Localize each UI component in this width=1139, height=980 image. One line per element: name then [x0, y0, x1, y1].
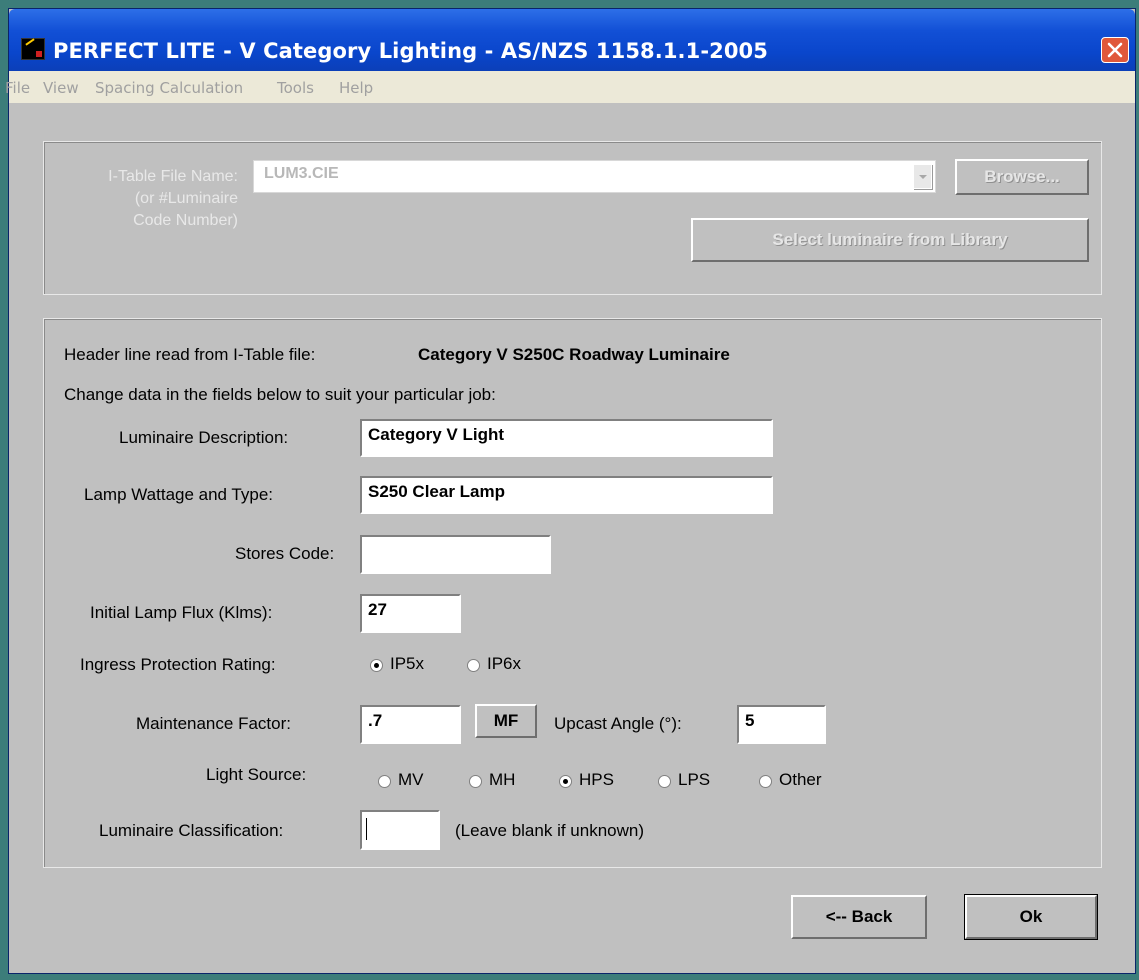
back-button[interactable]: <-- Back	[791, 895, 927, 939]
classification-label: Luminaire Classification:	[99, 821, 284, 840]
lamp-wattage-input[interactable]: S250 Clear Lamp	[360, 476, 773, 514]
browse-button[interactable]: Browse...	[955, 159, 1089, 195]
mf-button[interactable]: MF	[475, 704, 537, 738]
hps-radio[interactable]	[559, 775, 572, 788]
ip6x-label: IP6x	[487, 654, 522, 673]
mh-label: MH	[489, 770, 516, 789]
initial-flux-label: Initial Lamp Flux (Klms):	[90, 603, 273, 622]
light-source-label: Light Source:	[206, 765, 307, 784]
other-label: Other	[779, 770, 822, 789]
initial-flux-input[interactable]: 27	[360, 594, 461, 633]
instruction-text: Change data in the fields below to suit …	[64, 385, 496, 404]
title-bar[interactable]: PERFECT LITE - V Category Lighting - AS/…	[9, 9, 1135, 71]
ip5x-label: IP5x	[390, 654, 425, 673]
menu-tools[interactable]: Tools	[277, 79, 314, 97]
maintenance-factor-input[interactable]: .7	[360, 705, 461, 744]
header-line-label: Header line read from I-Table file:	[64, 345, 316, 364]
itable-group: I-Table File Name: (or #Luminaire Code N…	[43, 141, 1102, 295]
itable-label: I-Table File Name: (or #Luminaire Code N…	[108, 168, 238, 229]
menu-help[interactable]: Help	[339, 79, 373, 97]
mv-radio[interactable]	[378, 775, 391, 788]
classification-input[interactable]	[360, 810, 440, 850]
luminaire-details-group: Header line read from I-Table file: Cate…	[43, 318, 1102, 868]
upcast-angle-label: Upcast Angle (°):	[554, 714, 682, 733]
stores-code-label: Stores Code:	[235, 544, 335, 563]
menu-spacing-calculation[interactable]: Spacing Calculation	[95, 79, 243, 97]
menu-bar: File View Spacing Calculation Tools Help	[5, 71, 1135, 103]
itable-file-combo[interactable]: LUM3.CIE	[253, 160, 936, 193]
upcast-angle-input[interactable]: 5	[737, 705, 826, 744]
hps-label: HPS	[579, 770, 614, 789]
chevron-down-icon[interactable]	[913, 164, 932, 189]
lps-label: LPS	[678, 770, 711, 789]
mh-radio[interactable]	[469, 775, 482, 788]
menu-view[interactable]: View	[43, 79, 79, 97]
maintenance-factor-label: Maintenance Factor:	[136, 714, 291, 733]
mv-label: MV	[398, 770, 424, 789]
luminaire-description-label: Luminaire Description:	[119, 428, 289, 447]
menu-file[interactable]: File	[5, 79, 30, 97]
close-icon	[1107, 42, 1123, 58]
ip5x-radio[interactable]	[370, 659, 383, 672]
stores-code-input[interactable]	[360, 535, 551, 574]
lps-radio[interactable]	[658, 775, 671, 788]
text-caret	[366, 818, 367, 840]
dialog-window: PERFECT LITE - V Category Lighting - AS/…	[5, 8, 1136, 974]
luminaire-description-input[interactable]: Category V Light	[360, 419, 773, 457]
classification-hint: (Leave blank if unknown)	[455, 821, 645, 840]
header-line-value: Category V S250C Roadway Luminaire	[418, 345, 730, 364]
select-library-button[interactable]: Select luminaire from Library	[691, 218, 1089, 262]
lamp-wattage-label: Lamp Wattage and Type:	[84, 485, 274, 504]
close-button[interactable]	[1101, 37, 1129, 63]
app-icon	[21, 38, 45, 60]
itable-file-value: LUM3.CIE	[264, 165, 339, 182]
ip6x-radio[interactable]	[467, 659, 480, 672]
other-radio[interactable]	[759, 775, 772, 788]
ingress-label: Ingress Protection Rating:	[80, 655, 276, 674]
window-title: PERFECT LITE - V Category Lighting - AS/…	[53, 39, 768, 63]
ok-button[interactable]: Ok	[964, 894, 1098, 940]
